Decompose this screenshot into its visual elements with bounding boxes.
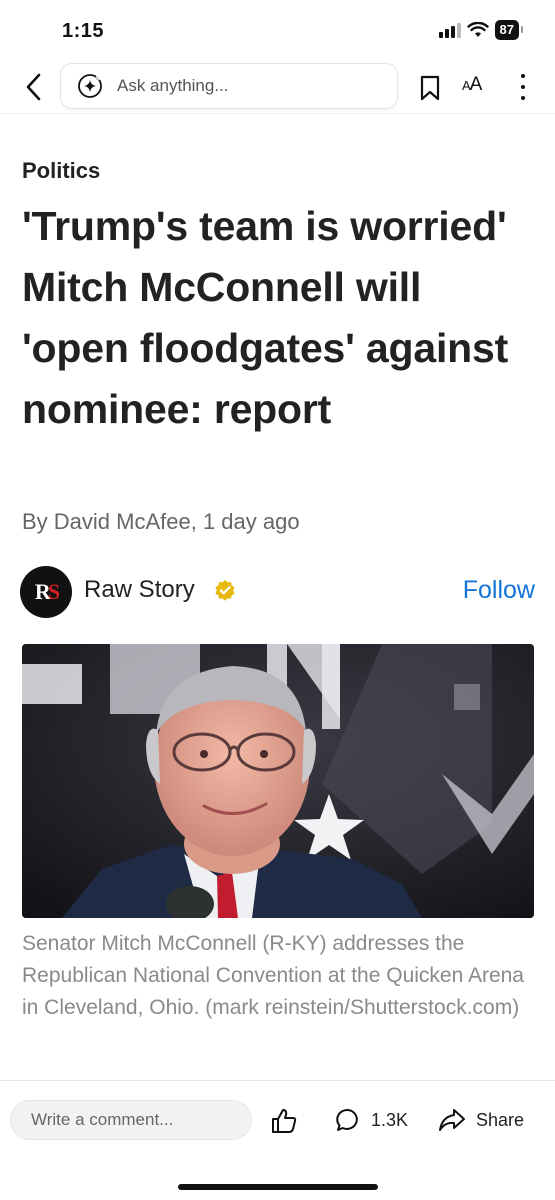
font-size-big-label: A xyxy=(469,74,483,95)
battery-indicator: 87 xyxy=(494,20,524,40)
source-logo[interactable]: RS xyxy=(20,566,72,618)
home-indicator xyxy=(178,1184,378,1190)
ask-placeholder: Ask anything... xyxy=(117,76,229,95)
comment-count: 1.3K xyxy=(371,1109,409,1130)
status-indicators: 87 xyxy=(438,20,524,40)
source-row: RS Raw Story Follow xyxy=(20,566,535,618)
article-category[interactable]: Politics xyxy=(22,158,100,184)
top-bar: Ask anything... AA xyxy=(0,60,555,114)
thumbs-up-icon[interactable] xyxy=(270,1107,298,1135)
sparkle-icon xyxy=(78,74,102,98)
font-size-button[interactable]: AA xyxy=(462,74,483,96)
font-size-small-label: A xyxy=(462,78,471,93)
bottom-action-bar: Write a comment... 1.3K Share xyxy=(0,1080,555,1200)
back-button[interactable] xyxy=(20,70,46,104)
back-chevron-icon xyxy=(26,73,41,101)
wifi-icon xyxy=(466,22,489,37)
verified-badge-icon xyxy=(215,580,235,601)
comment-bubble-icon xyxy=(336,1108,358,1131)
article-photo-image xyxy=(22,644,534,918)
bookmark-icon[interactable] xyxy=(418,74,442,102)
comment-input[interactable]: Write a comment... xyxy=(10,1100,252,1140)
source-name[interactable]: Raw Story xyxy=(84,576,195,604)
share-button[interactable]: Share xyxy=(438,1107,524,1133)
share-arrow-icon xyxy=(439,1109,465,1131)
status-time: 1:15 xyxy=(62,20,105,42)
comments-button[interactable]: 1.3K xyxy=(335,1107,408,1133)
source-logo-r: R xyxy=(34,579,51,604)
photo-caption: Senator Mitch McConnell (R-KY) addresses… xyxy=(22,932,524,1019)
article-byline: By David McAfee, 1 day ago xyxy=(22,509,300,534)
more-vertical-icon[interactable] xyxy=(516,74,530,100)
article-photo[interactable] xyxy=(22,644,534,918)
article-headline: 'Trump's team is worried' Mitch McConnel… xyxy=(22,203,509,432)
follow-button[interactable]: Follow xyxy=(463,576,535,605)
signal-icon xyxy=(438,22,461,38)
share-label: Share xyxy=(476,1109,525,1130)
ask-anything-input[interactable]: Ask anything... xyxy=(60,63,398,109)
source-logo-s: S xyxy=(47,579,60,604)
status-bar: 1:15 87 xyxy=(0,0,555,56)
